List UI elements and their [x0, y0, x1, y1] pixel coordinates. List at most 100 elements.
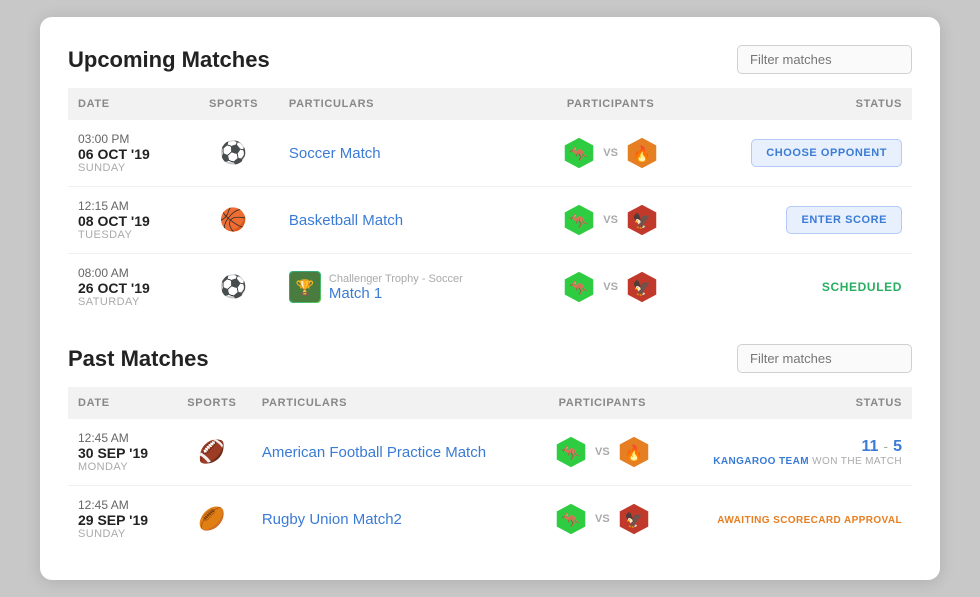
particulars-main[interactable]: Match 1: [329, 285, 463, 302]
vs-row: 🦘 VS 🦅: [544, 501, 661, 537]
team2-avatar: 🔥: [616, 434, 652, 470]
particulars-td: Basketball Match: [279, 187, 533, 254]
svg-text:🦘: 🦘: [570, 146, 589, 163]
particulars-cell: Rugby Union Match2: [262, 511, 524, 528]
particulars-td: Rugby Union Match2: [252, 486, 534, 553]
score-team2: 5: [893, 438, 902, 456]
status-cell: AWAITING SCORECARD APPROVAL: [671, 486, 912, 553]
date-cell: 03:00 PM 06 OCT '19 SUNDAY: [68, 120, 188, 187]
team2-avatar: 🦅: [624, 202, 660, 238]
particulars-sub: Challenger Trophy - Soccer: [329, 273, 463, 285]
sport-cell: ⚽: [188, 120, 279, 187]
team-won-line: KANGAROO TEAM WON THE MATCH: [681, 456, 902, 467]
particulars-main[interactable]: Soccer Match: [289, 145, 523, 162]
day: SUNDAY: [78, 528, 162, 540]
vs-label: VS: [603, 281, 618, 293]
vs-label: VS: [595, 446, 610, 458]
date: 29 SEP '19: [78, 512, 162, 528]
score-team1: 11: [862, 438, 879, 456]
table-row: 12:45 AM 29 SEP '19 SUNDAY 🏉 Rugby Union…: [68, 486, 912, 553]
status-cell: SCHEDULED: [688, 254, 912, 321]
sport-cell: 🏀: [188, 187, 279, 254]
svg-text:🔥: 🔥: [633, 145, 652, 163]
table-row: 12:15 AM 08 OCT '19 TUESDAY 🏀 Basketball…: [68, 187, 912, 254]
particulars-cell: 🏆 Challenger Trophy - Soccer Match 1: [289, 271, 523, 303]
past-table: DATE SPORTS PARTICULARS PARTICIPANTS STA…: [68, 387, 912, 552]
particulars-td: 🏆 Challenger Trophy - Soccer Match 1: [279, 254, 533, 321]
date-cell: 12:45 AM 29 SEP '19 SUNDAY: [68, 486, 172, 553]
status-cell: CHOOSE OPPONENT: [688, 120, 912, 187]
particulars-cell: American Football Practice Match: [262, 444, 524, 461]
day: MONDAY: [78, 461, 162, 473]
date: 26 OCT '19: [78, 280, 178, 296]
status-score: 11 - 5 KANGAROO TEAM WON THE MATCH: [681, 438, 902, 467]
team2-avatar: 🦅: [624, 269, 660, 305]
past-filter-input[interactable]: [737, 344, 912, 373]
status-cell: 11 - 5 KANGAROO TEAM WON THE MATCH: [671, 419, 912, 486]
enter-score-button[interactable]: ENTER SCORE: [786, 206, 902, 234]
sport-emoji: 🏀: [220, 207, 247, 232]
date-cell: 12:45 AM 30 SEP '19 MONDAY: [68, 419, 172, 486]
score-sep: -: [883, 438, 888, 454]
table-row: 03:00 PM 06 OCT '19 SUNDAY ⚽ Soccer Matc…: [68, 120, 912, 187]
team2-avatar: 🔥: [624, 135, 660, 171]
choose-opponent-button[interactable]: CHOOSE OPPONENT: [751, 139, 902, 167]
svg-text:🔥: 🔥: [624, 444, 643, 462]
col-date-past: DATE: [68, 387, 172, 419]
sport-emoji: ⚽: [220, 274, 247, 299]
team1-avatar: 🦘: [561, 135, 597, 171]
upcoming-title: Upcoming Matches: [68, 47, 270, 73]
sport-cell: 🏉: [172, 486, 252, 553]
vs-label: VS: [595, 513, 610, 525]
status-awaiting: AWAITING SCORECARD APPROVAL: [717, 515, 902, 526]
time: 12:15 AM: [78, 199, 178, 213]
past-title: Past Matches: [68, 346, 209, 372]
main-card: Upcoming Matches DATE SPORTS PARTICULARS…: [40, 17, 940, 580]
vs-row: 🦘 VS 🦅: [543, 269, 678, 305]
col-sports: SPORTS: [188, 88, 279, 120]
svg-text:🦘: 🦘: [570, 280, 589, 297]
day: TUESDAY: [78, 229, 178, 241]
upcoming-filter-input[interactable]: [737, 45, 912, 74]
sport-emoji: 🏉: [198, 506, 225, 531]
day: SATURDAY: [78, 296, 178, 308]
time: 12:45 AM: [78, 498, 162, 512]
particulars-td: Soccer Match: [279, 120, 533, 187]
status-scheduled: SCHEDULED: [822, 280, 902, 294]
date: 06 OCT '19: [78, 146, 178, 162]
team2-avatar: 🦅: [616, 501, 652, 537]
team1-avatar: 🦘: [561, 269, 597, 305]
sport-emoji: ⚽: [220, 140, 247, 165]
svg-text:🦅: 🦅: [633, 211, 652, 230]
team-name: KANGAROO TEAM: [713, 456, 809, 467]
table-row: 12:45 AM 30 SEP '19 MONDAY 🏈 American Fo…: [68, 419, 912, 486]
date-cell: 08:00 AM 26 OCT '19 SATURDAY: [68, 254, 188, 321]
day: SUNDAY: [78, 162, 178, 174]
vs-row: 🦘 VS 🔥: [543, 135, 678, 171]
svg-text:🦘: 🦘: [562, 445, 581, 462]
vs-label: VS: [603, 147, 618, 159]
particulars-main[interactable]: Basketball Match: [289, 212, 523, 229]
won-label: WON THE MATCH: [812, 456, 902, 467]
status-cell: ENTER SCORE: [688, 187, 912, 254]
particulars-cell: Soccer Match: [289, 145, 523, 162]
upcoming-section-header: Upcoming Matches: [68, 45, 912, 74]
particulars-cell: Basketball Match: [289, 212, 523, 229]
participants-cell: 🦘 VS 🦅: [534, 486, 671, 553]
participants-cell: 🦘 VS 🔥: [533, 120, 688, 187]
col-status-past: STATUS: [671, 387, 912, 419]
sport-emoji: 🏈: [198, 439, 225, 464]
particulars-td: American Football Practice Match: [252, 419, 534, 486]
svg-text:🦅: 🦅: [633, 278, 652, 297]
particulars-main[interactable]: American Football Practice Match: [262, 444, 524, 461]
date-cell: 12:15 AM 08 OCT '19 TUESDAY: [68, 187, 188, 254]
time: 12:45 AM: [78, 431, 162, 445]
upcoming-table: DATE SPORTS PARTICULARS PARTICIPANTS STA…: [68, 88, 912, 320]
sport-cell: 🏈: [172, 419, 252, 486]
team1-avatar: 🦘: [553, 434, 589, 470]
score-line: 11 - 5: [681, 438, 902, 456]
time: 08:00 AM: [78, 266, 178, 280]
team1-avatar: 🦘: [561, 202, 597, 238]
particulars-main[interactable]: Rugby Union Match2: [262, 511, 524, 528]
vs-row: 🦘 VS 🔥: [544, 434, 661, 470]
